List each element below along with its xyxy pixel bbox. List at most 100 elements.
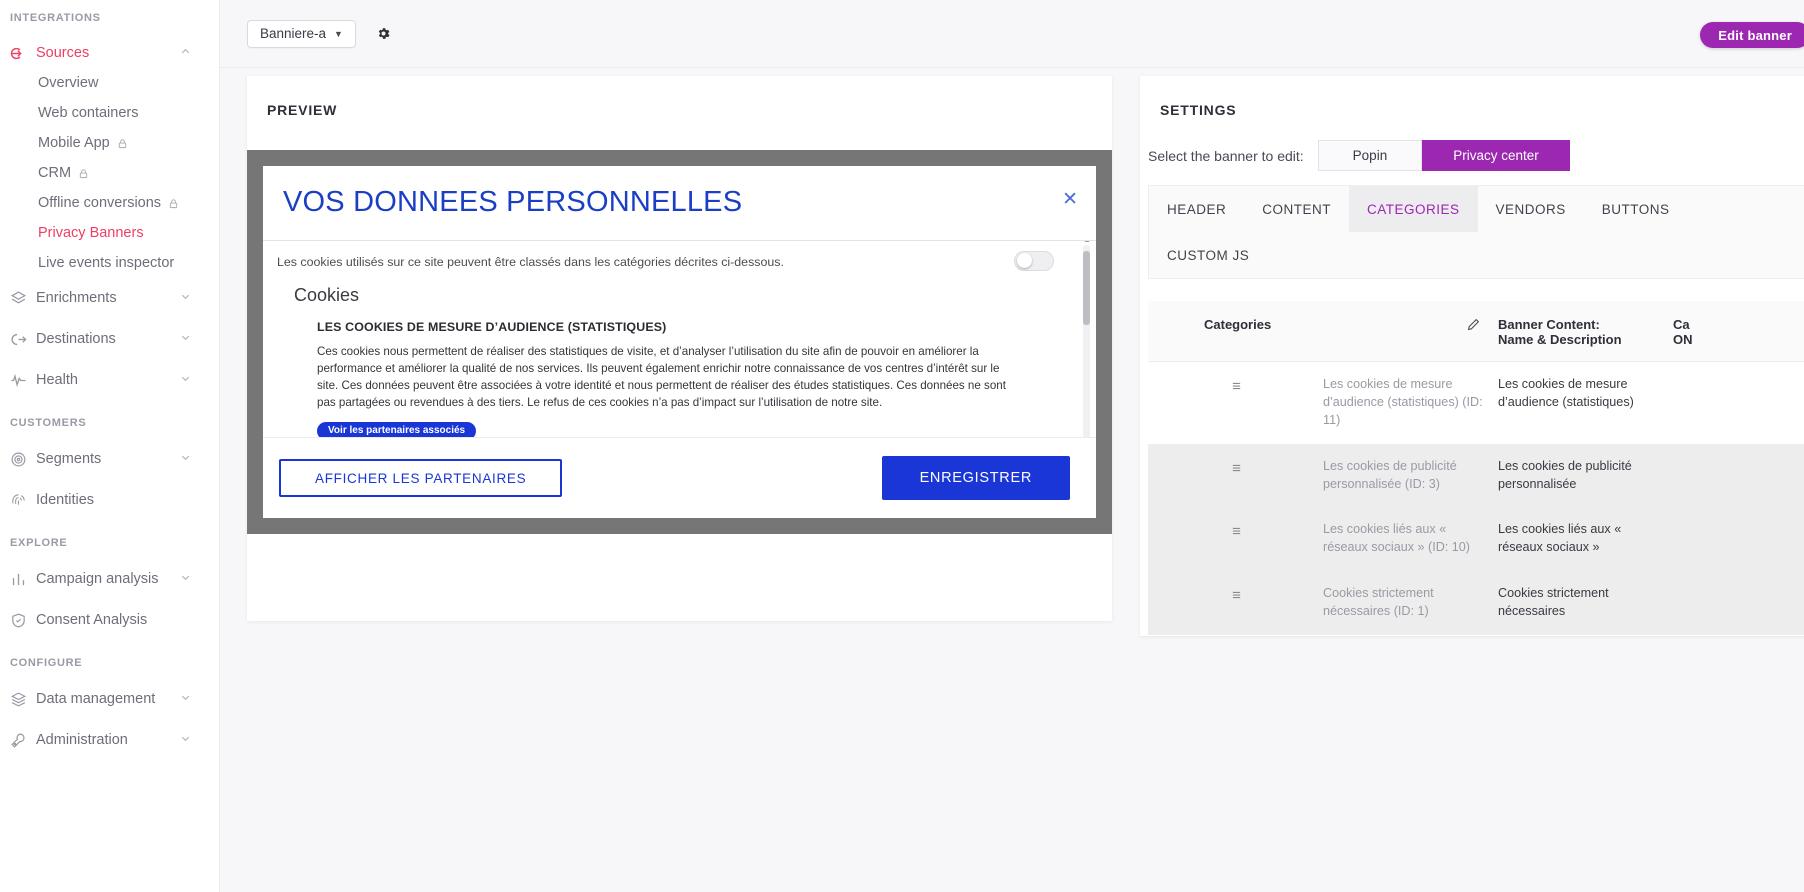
sidebar-item-mobile-app[interactable]: Mobile App [0,128,219,158]
toggle-knob [1017,253,1032,269]
table-row[interactable]: ≡ Les cookies de publicité personnalisée… [1148,443,1804,508]
column-header-categories-label: Categories [1204,317,1272,332]
preview-panel-title: PREVIEW [267,102,338,118]
row-banner-content: Les cookies de publicité personnalisée [1498,458,1632,491]
drag-handle-icon[interactable]: ≡ [1148,444,1323,508]
chevron-down-icon [180,572,191,586]
sidebar-subitem-label: Live events inspector [38,255,175,271]
close-icon[interactable]: ✕ [1062,190,1078,209]
cookie-category-toggle[interactable] [1014,250,1054,271]
categories-table: Categories Banner Content: Name & Descri… [1148,301,1804,635]
tab-categories[interactable]: CATEGORIES [1349,186,1478,232]
scrollbar-thumb[interactable] [1083,250,1090,325]
sidebar-subitem-label: Web containers [38,105,139,121]
table-row[interactable]: ≡ Les cookies de mesure d’audience (stat… [1148,362,1804,444]
row-category-name: Les cookies liés aux « réseaux sociaux »… [1323,522,1470,555]
lock-icon [117,138,128,149]
cookie-banner-section-heading: Cookies [294,284,360,305]
sidebar-subitem-label: Overview [38,75,99,91]
row-category-name: Les cookies de mesure d’audience (statis… [1323,377,1483,427]
sidebar-item-overview[interactable]: Overview [0,68,219,98]
sidebar-item-label: Consent Analysis [36,612,148,628]
sidebar-item-consent-analysis[interactable]: Consent Analysis [0,605,219,635]
table-header-row: Categories Banner Content: Name & Descri… [1148,301,1804,362]
sidebar-item-destinations[interactable]: Destinations [0,324,219,354]
sidebar-item-label: Enrichments [36,290,117,306]
pencil-icon[interactable] [1467,318,1480,334]
drag-handle-icon[interactable]: ≡ [1148,507,1323,571]
sidebar-item-identities[interactable]: Identities [0,485,219,515]
lock-icon [78,168,89,179]
settings-body: Select the banner to edit: Popin Privacy… [1140,118,1804,635]
scroll-up-arrow-icon[interactable]: ▲ [1083,241,1091,244]
cookie-banner-title: VOS DONNEES PERSONNELLES [283,186,743,219]
sidebar-item-privacy-banners[interactable]: Privacy Banners [0,218,219,248]
table-row[interactable]: ≡ Cookies strictement nécessaires (ID: 1… [1148,571,1804,635]
settings-panel-title: SETTINGS [1160,102,1237,118]
chevron-up-icon [180,46,191,60]
settings-panel: SETTINGS Select the banner to edit: Popi… [1140,76,1804,636]
tab-vendors[interactable]: VENDORS [1478,186,1584,232]
logout-arrow-icon [10,331,36,348]
sidebar-item-offline-conversions[interactable]: Offline conversions [0,188,219,218]
edit-banner-button[interactable]: Edit banner [1700,22,1804,48]
sidebar-item-crm[interactable]: CRM [0,158,219,188]
row-category-on [1673,507,1804,571]
column-header-categories: Categories [1148,301,1498,362]
sidebar-item-live-events-inspector[interactable]: Live events inspector [0,248,219,278]
chevron-down-icon [180,332,191,346]
sidebar-item-label: Health [36,372,78,388]
sidebar-item-label: Campaign analysis [36,571,159,587]
sidebar-item-enrichments[interactable]: Enrichments [0,283,219,313]
banner-inner-scrollbar[interactable]: ▲ ▼ [1083,241,1091,438]
layers-star-icon [10,290,36,307]
row-category-name: Cookies strictement nécessaires (ID: 1) [1323,586,1434,618]
stack-icon [10,691,36,708]
save-button[interactable]: ENREGISTRER [881,456,1070,501]
column-header-banner-content-line2: Name & Description [1498,332,1622,347]
row-category-on [1673,444,1804,508]
chevron-down-icon [180,733,191,747]
sidebar-subitem-label: Mobile App [38,135,110,151]
cookie-banner-body: Les cookies utilisés sur ce site peuvent… [263,241,1096,438]
lock-icon [168,198,179,209]
sidebar-item-data-management[interactable]: Data management [0,684,219,714]
table-row[interactable]: ≡ Les cookies liés aux « réseaux sociaux… [1148,507,1804,572]
banner-option-popin[interactable]: Popin [1317,140,1423,171]
sidebar-item-segments[interactable]: Segments [0,444,219,474]
sidebar-item-label: Sources [36,45,90,61]
row-banner-content: Cookies strictement nécessaires [1498,586,1609,618]
sidebar-item-sources[interactable]: Sources [0,38,219,68]
row-category-name: Les cookies de publicité personnalisée (… [1323,458,1457,491]
wrench-icon [10,732,36,749]
drag-handle-icon[interactable]: ≡ [1148,362,1323,444]
tab-custom-js[interactable]: CUSTOM JS [1149,232,1804,278]
banner-option-privacy-center[interactable]: Privacy center [1422,140,1570,171]
gear-icon[interactable] [376,26,391,41]
fingerprint-icon [10,492,36,509]
banner-select-dropdown[interactable]: Banniere-a ▼ [247,19,356,48]
cookie-banner-footer: AFFICHER LES PARTENAIRES ENREGISTRER [263,437,1096,518]
drag-handle-icon[interactable]: ≡ [1148,571,1323,635]
sidebar-item-web-containers[interactable]: Web containers [0,98,219,128]
show-partners-button[interactable]: AFFICHER LES PARTENAIRES [279,459,563,498]
tab-header[interactable]: HEADER [1149,186,1244,232]
view-partners-link-button[interactable]: Voir les partenaires associés [317,421,477,438]
target-icon [10,451,36,468]
sidebar-section-integrations: INTEGRATIONS [10,12,101,24]
tab-content[interactable]: CONTENT [1244,186,1349,232]
sidebar-section-explore: EXPLORE [10,537,68,549]
banner-type-selector: Select the banner to edit: Popin Privacy… [1140,118,1804,171]
sidebar-item-administration[interactable]: Administration [0,725,219,755]
row-category-on [1673,362,1804,444]
tab-buttons[interactable]: BUTTONS [1584,186,1688,232]
chevron-down-icon [180,452,191,466]
cookie-category-title: LES COOKIES DE MESURE D’AUDIENCE (STATIS… [317,319,667,334]
sidebar-item-campaign-analysis[interactable]: Campaign analysis [0,564,219,594]
sidebar-item-health[interactable]: Health [0,365,219,395]
cookie-banner-header: VOS DONNEES PERSONNELLES ✕ [263,166,1096,241]
preview-stage: VOS DONNEES PERSONNELLES ✕ Les cookies u… [247,150,1112,534]
chevron-down-icon [180,373,191,387]
banner-type-label: Select the banner to edit: [1148,147,1304,164]
cookie-banner-intro: Les cookies utilisés sur ce site peuvent… [277,254,784,269]
